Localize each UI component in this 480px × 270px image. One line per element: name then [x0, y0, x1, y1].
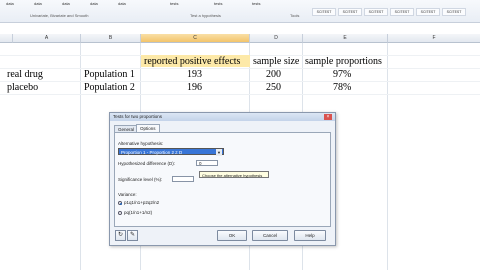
ribbon: data data data data data tests tests tes… [0, 0, 480, 23]
refresh-icon[interactable]: ↻ [115, 230, 126, 241]
close-icon[interactable]: × [324, 114, 332, 120]
cell-b-row2[interactable]: Population 2 [84, 82, 135, 93]
cell-c-row1[interactable]: 193 [187, 69, 202, 80]
ribbon-item[interactable]: data [6, 1, 14, 6]
ribbon-button[interactable]: SCITEST [442, 8, 466, 16]
cancel-button[interactable]: Cancel [252, 230, 288, 241]
variance-option-1[interactable]: p1q1/n1+p2q2/n2 [124, 200, 159, 205]
significance-label: Significance level (%): [118, 177, 163, 182]
ok-button[interactable]: OK [217, 230, 247, 241]
variance-label: Variance: [118, 192, 137, 197]
chevron-down-icon[interactable]: ▼ [216, 149, 222, 156]
grid-line [0, 94, 480, 95]
ribbon-group-caption: Univariate, Bivariate and Smooth [30, 13, 89, 18]
ribbon-item[interactable]: data [118, 1, 126, 6]
column-header-f[interactable]: F [388, 34, 480, 43]
ribbon-button[interactable]: SCITEST [312, 8, 336, 16]
ribbon-item[interactable]: tests [170, 1, 178, 6]
column-header-e[interactable]: E [303, 34, 388, 43]
ribbon-item[interactable]: tests [252, 1, 260, 6]
grid-line [0, 81, 480, 82]
alt-hypothesis-value: Proportion 1 - Proportion 2 ≠ D [121, 150, 183, 155]
header-cell-c[interactable]: reported positive effects [144, 56, 240, 67]
grid-line [387, 43, 388, 270]
cell-e-row1[interactable]: 97% [333, 69, 351, 80]
select-all-corner[interactable] [0, 34, 13, 43]
ribbon-button[interactable]: SCITEST [364, 8, 388, 16]
dialog-title[interactable]: Tests for two proportions [110, 113, 335, 121]
variance-radio-1[interactable] [118, 201, 122, 205]
grid-line [0, 68, 480, 69]
ribbon-group-caption: Tools [290, 13, 300, 18]
ribbon-item[interactable]: data [90, 1, 98, 6]
two-proportions-dialog: Tests for two proportions × General Opti… [109, 112, 336, 246]
column-header-d[interactable]: D [250, 34, 303, 43]
ribbon-button[interactable]: SCITEST [416, 8, 440, 16]
column-header-a[interactable]: A [13, 34, 81, 43]
variance-radio-2[interactable] [118, 211, 122, 215]
help-button[interactable]: Help [294, 230, 326, 241]
grid-line [80, 43, 81, 270]
cell-a-row1[interactable]: real drug [7, 69, 43, 80]
hyp-difference-label: Hypothesized difference (D): [118, 161, 175, 166]
cell-d-row2[interactable]: 250 [266, 82, 281, 93]
alt-hypothesis-select[interactable]: Proportion 1 - Proportion 2 ≠ D ▼ [118, 148, 224, 156]
cell-e-row2[interactable]: 78% [333, 82, 351, 93]
variance-option-2[interactable]: pq(1/n1+1/n2) [124, 210, 152, 215]
hyp-difference-input[interactable]: 0 [196, 160, 218, 166]
cell-b-row1[interactable]: Population 1 [84, 69, 135, 80]
header-cell-e[interactable]: sample proportions [305, 56, 382, 67]
cell-a-row2[interactable]: placebo [7, 82, 38, 93]
ribbon-item[interactable]: tests [214, 1, 222, 6]
pencil-icon[interactable]: ✎ [127, 230, 138, 241]
cell-c-row2[interactable]: 196 [187, 82, 202, 93]
ribbon-group-caption: Test a hypothesis [190, 13, 221, 18]
ribbon-item[interactable]: data [62, 1, 70, 6]
ribbon-button[interactable]: SCITEST [390, 8, 414, 16]
header-cell-d[interactable]: sample size [253, 56, 299, 67]
column-header-b[interactable]: B [81, 34, 141, 43]
cell-d-row1[interactable]: 200 [266, 69, 281, 80]
ribbon-button[interactable]: SCITEST [338, 8, 362, 16]
significance-input[interactable] [172, 176, 194, 182]
alt-hypothesis-label: Alternative hypothesis: [118, 141, 164, 146]
column-header-c[interactable]: C [141, 34, 250, 43]
ribbon-item[interactable]: data [34, 1, 42, 6]
tooltip: Choose the alternative hypothesis [199, 171, 269, 178]
